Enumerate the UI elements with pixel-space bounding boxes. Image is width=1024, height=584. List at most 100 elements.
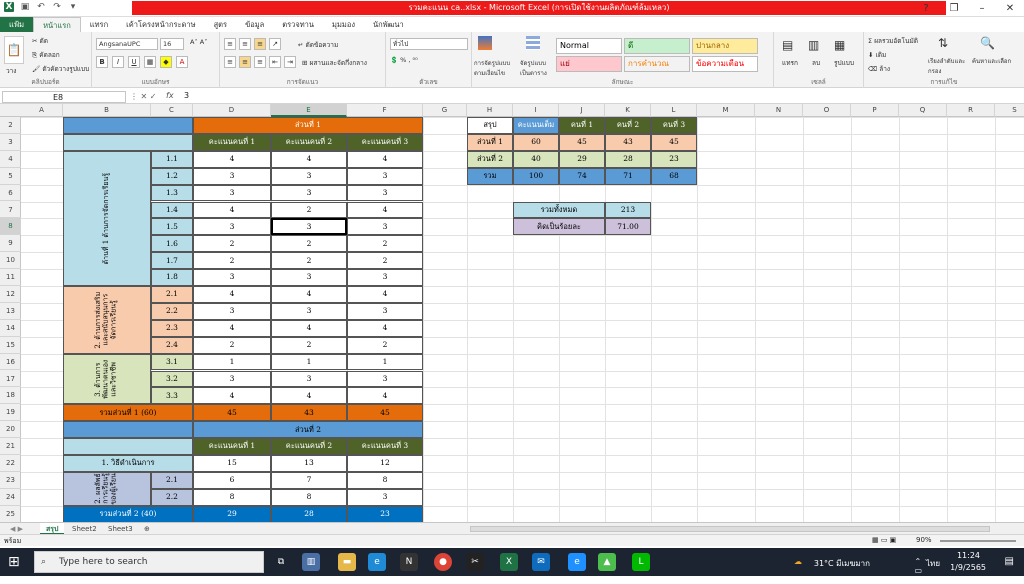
part2-section2-label[interactable]: 2. ผลลัพธ์การเรียนรู้ของผู้เรียน: [63, 471, 151, 506]
windows-start-icon[interactable]: ⊞: [8, 554, 20, 570]
score-cell[interactable]: 1: [193, 353, 271, 371]
part1-subheader-blank[interactable]: [63, 133, 193, 151]
part2-header-3[interactable]: คะแนนคนที่ 3: [347, 438, 423, 455]
autosum-button[interactable]: Σ ผลรวมอัตโนมัติ: [868, 36, 918, 46]
score-cell[interactable]: 3: [193, 269, 271, 286]
column-header-O[interactable]: O: [803, 104, 851, 117]
score-cell[interactable]: 4: [271, 319, 347, 337]
score-cell[interactable]: 2: [347, 235, 423, 253]
row-header-5[interactable]: 5: [0, 168, 21, 185]
part1-title[interactable]: ส่วนที่ 1: [193, 117, 423, 134]
item-code[interactable]: 1.1: [151, 150, 193, 168]
score-cell[interactable]: 3: [271, 302, 347, 320]
tab-page-layout[interactable]: เค้าโครงหน้ากระดาษ: [117, 17, 204, 32]
item-code[interactable]: 1.2: [151, 167, 193, 185]
paste-icon[interactable]: 📋: [4, 36, 24, 64]
chrome-icon[interactable]: ●: [434, 553, 452, 571]
tab-insert[interactable]: แทรก: [81, 17, 117, 32]
tab-formulas[interactable]: สูตร: [205, 17, 236, 32]
part2-header-2[interactable]: คะแนนคนที่ 2: [271, 438, 347, 455]
method-score[interactable]: 13: [271, 455, 347, 472]
sort-filter-icon[interactable]: ⇅: [938, 36, 948, 50]
column-header-E[interactable]: E: [271, 104, 347, 117]
item-code[interactable]: 1.5: [151, 218, 193, 236]
edge-icon[interactable]: e: [368, 553, 386, 571]
score-cell[interactable]: 2: [271, 252, 347, 270]
score-cell[interactable]: 2: [271, 336, 347, 354]
item-code[interactable]: 1.3: [151, 184, 193, 202]
cut-button[interactable]: ✂ ตัด: [32, 36, 48, 46]
summary-cell[interactable]: 45: [559, 133, 605, 151]
column-header-S[interactable]: S: [995, 104, 1024, 117]
part1-total-3[interactable]: 45: [347, 404, 423, 422]
row-header-9[interactable]: 9: [0, 235, 21, 253]
tab-file[interactable]: แฟ้ม: [0, 17, 34, 32]
summary-cell[interactable]: ส่วนที่ 1: [467, 133, 513, 151]
font-name-select[interactable]: AngsanaUPC: [96, 38, 158, 50]
summary-cell[interactable]: 68: [651, 167, 697, 185]
undo-icon[interactable]: ↶: [36, 2, 46, 12]
item-code[interactable]: 1.6: [151, 235, 193, 253]
column-header-Q[interactable]: Q: [899, 104, 947, 117]
part2-item-code[interactable]: 2.2: [151, 488, 193, 506]
find-select-button[interactable]: ค้นหาและเลือก: [972, 56, 1012, 66]
score-cell[interactable]: 4: [193, 286, 271, 303]
column-header-P[interactable]: P: [851, 104, 899, 117]
file-explorer-icon[interactable]: ▬: [338, 553, 356, 571]
row-header-17[interactable]: 17: [0, 371, 21, 388]
summary-cell[interactable]: ส่วนที่ 2: [467, 150, 513, 168]
format-table-button[interactable]: จัดรูปแบบเป็นตาราง: [520, 58, 552, 78]
part2-header-1[interactable]: คะแนนคนที่ 1: [193, 438, 271, 455]
line-icon[interactable]: L: [632, 553, 650, 571]
score-cell[interactable]: 4: [193, 150, 271, 168]
format-cells-icon[interactable]: ▦: [834, 38, 845, 52]
column-header-J[interactable]: J: [559, 104, 605, 117]
item-code[interactable]: 2.2: [151, 302, 193, 320]
fx-icon[interactable]: fx: [166, 91, 174, 100]
summary-cell[interactable]: 43: [605, 133, 651, 151]
task-view-icon[interactable]: ⧉: [272, 553, 290, 571]
method-label[interactable]: 1. วิธีดำเนินการ: [63, 455, 193, 472]
part1-header-2[interactable]: คะแนนคนที่ 2: [271, 133, 347, 151]
part2-score[interactable]: 8: [347, 471, 423, 489]
score-cell[interactable]: 3: [347, 167, 423, 185]
conditional-format-button[interactable]: การจัดรูปแบบตามเงื่อนไข: [474, 58, 516, 78]
tab-view[interactable]: มุมมอง: [323, 17, 364, 32]
row-header-21[interactable]: 21: [0, 438, 21, 455]
delete-cells-icon[interactable]: ▥: [808, 38, 819, 52]
paste-button[interactable]: วาง: [6, 66, 16, 76]
part2-total-3[interactable]: 23: [347, 505, 423, 522]
part2-total-2[interactable]: 28: [271, 505, 347, 522]
item-code[interactable]: 1.7: [151, 252, 193, 270]
taskbar-search-input[interactable]: ⌕ Type here to search: [34, 551, 264, 573]
mail-icon[interactable]: ✉: [532, 553, 550, 571]
score-cell[interactable]: 4: [193, 387, 271, 405]
column-header-F[interactable]: F: [347, 104, 423, 117]
fill-button[interactable]: ⬇ เติม: [868, 50, 886, 60]
cell-area[interactable]: ส่วนที่ 1 คะแนนคนที่ 1 คะแนนคนที่ 2 คะแนนคน…: [21, 117, 1024, 522]
score-cell[interactable]: 3: [193, 184, 271, 202]
clock-time[interactable]: 11:24: [957, 551, 980, 560]
part2-score[interactable]: 7: [271, 471, 347, 489]
summary-cell[interactable]: 60: [513, 133, 559, 151]
selected-cell-E8[interactable]: 3: [271, 218, 347, 236]
align-middle-icon[interactable]: ≡: [239, 38, 251, 50]
summary-cell[interactable]: รวม: [467, 167, 513, 185]
item-code[interactable]: 3.3: [151, 387, 193, 405]
row-header-19[interactable]: 19: [0, 404, 21, 422]
tab-home[interactable]: หน้าแรก: [33, 17, 81, 32]
item-code[interactable]: 3.1: [151, 353, 193, 371]
part2-item-code[interactable]: 2.1: [151, 471, 193, 489]
save-icon[interactable]: ▣: [20, 2, 30, 12]
cell-style-5[interactable]: ข้อความเตือน: [692, 56, 758, 72]
minimize-icon[interactable]: –: [968, 0, 996, 17]
row-header-14[interactable]: 14: [0, 320, 21, 337]
italic-button[interactable]: I: [112, 56, 124, 68]
customize-chevron-icon[interactable]: ▾: [68, 2, 78, 12]
percentage-label[interactable]: คิดเป็นร้อยละ: [513, 218, 605, 236]
row-header-4[interactable]: 4: [0, 151, 21, 168]
score-cell[interactable]: 4: [271, 286, 347, 303]
insert-button[interactable]: แทรก: [782, 58, 798, 68]
score-cell[interactable]: 3: [271, 167, 347, 185]
summary-header-1[interactable]: คะแนนเต็ม: [513, 117, 559, 134]
